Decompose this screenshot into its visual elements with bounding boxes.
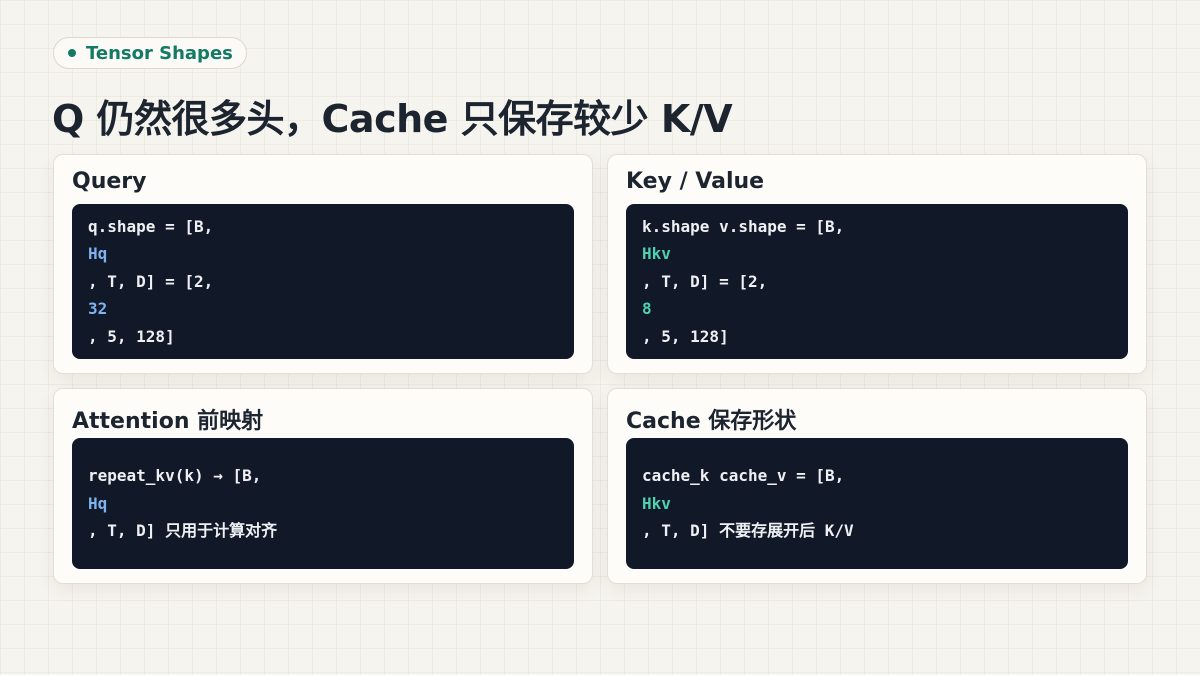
code-line-highlight: 8	[642, 299, 652, 319]
section-badge: Tensor Shapes	[53, 37, 247, 69]
code-line: , T, D] = [2,	[642, 271, 768, 291]
card-cache: Cache 保存形状 cache_k cache_v = [B, Hkv , T…	[607, 388, 1147, 584]
code-line: repeat_kv(k) → [B,	[88, 466, 262, 486]
code-block: cache_k cache_v = [B, Hkv , T, D] 不要存展开后…	[626, 438, 1128, 569]
code-block: repeat_kv(k) → [B, Hq , T, D] 只用于计算对齐	[72, 438, 574, 569]
code-line: , T, D] 只用于计算对齐	[88, 521, 278, 541]
badge-dot-icon	[68, 49, 76, 57]
code-line: cache_k cache_v = [B,	[642, 466, 845, 486]
page-title: Q 仍然很多头，Cache 只保存较少 K/V	[52, 97, 733, 141]
code-line-highlight: 32	[88, 299, 108, 319]
code-block: q.shape = [B, Hq , T, D] = [2, 32 , 5, 1…	[72, 204, 574, 359]
card-title: Attention 前映射	[72, 409, 264, 434]
code-line-highlight: Hkv	[642, 493, 671, 513]
code-line-highlight: Hq	[88, 244, 108, 264]
card-query: Query q.shape = [B, Hq , T, D] = [2, 32 …	[53, 154, 593, 374]
code-line-highlight: Hkv	[642, 244, 671, 264]
card-title: Query	[72, 169, 147, 194]
code-line: q.shape = [B,	[88, 216, 214, 236]
code-line: , T, D] = [2,	[88, 271, 214, 291]
code-line: k.shape v.shape = [B,	[642, 216, 845, 236]
card-key-value: Key / Value k.shape v.shape = [B, Hkv , …	[607, 154, 1147, 374]
code-line-highlight: Hq	[88, 493, 108, 513]
code-line: , 5, 128]	[642, 326, 729, 346]
card-title: Key / Value	[626, 169, 765, 194]
code-line: , T, D] 不要存展开后 K/V	[642, 521, 854, 541]
card-attention: Attention 前映射 repeat_kv(k) → [B, Hq , T,…	[53, 388, 593, 584]
code-line: , 5, 128]	[88, 326, 175, 346]
card-title: Cache 保存形状	[626, 409, 797, 434]
badge-label: Tensor Shapes	[86, 42, 233, 64]
code-block: k.shape v.shape = [B, Hkv , T, D] = [2, …	[626, 204, 1128, 359]
